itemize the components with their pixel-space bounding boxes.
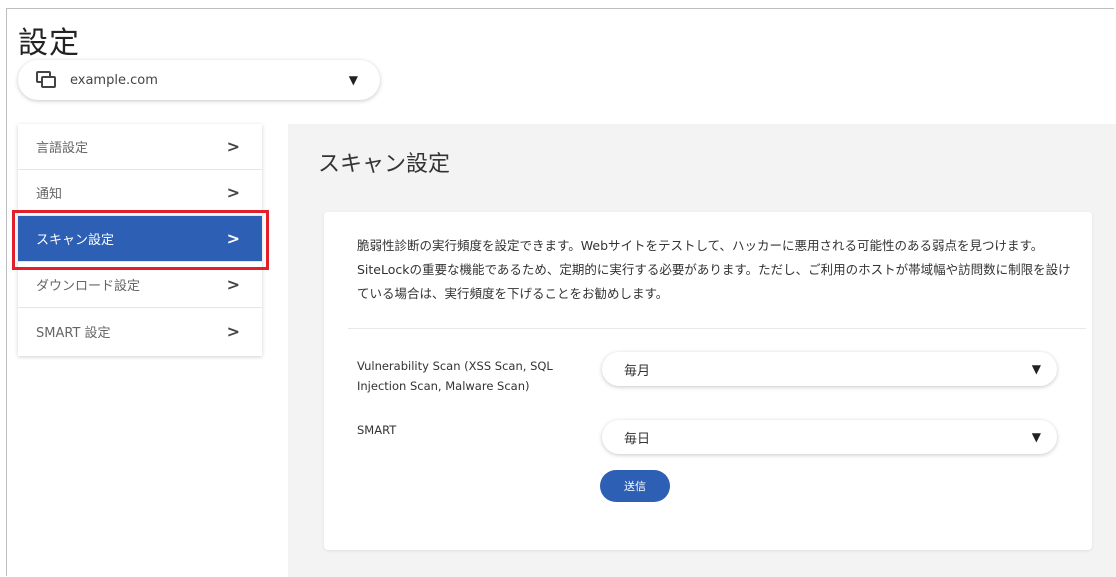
select-value: 毎月 — [624, 363, 651, 379]
description-text: 脆弱性診断の実行頻度を設定できます。Webサイトをテストして、ハッカーに悪用され… — [357, 238, 1071, 301]
sidebar-item-label: ダウンロード設定 — [36, 279, 141, 294]
site-selector-value: example.com — [70, 72, 158, 88]
windows-icon — [36, 71, 56, 89]
chevron-right-icon: > — [226, 229, 240, 248]
settings-sidebar: 言語設定 > 通知 > スキャン設定 > ダウンロード設定 > SMART 設定… — [18, 124, 262, 356]
chevron-right-icon: > — [226, 321, 240, 341]
sidebar-item-notifications[interactable]: 通知 > — [18, 170, 262, 216]
vulnerability-scan-frequency-select[interactable]: 毎月 ▼ — [602, 352, 1057, 386]
sidebar-item-label: スキャン設定 — [36, 233, 115, 248]
sidebar-item-label: SMART 設定 — [36, 325, 111, 341]
select-value: 毎日 — [624, 431, 651, 447]
chevron-right-icon: > — [226, 183, 240, 202]
sidebar-item-language[interactable]: 言語設定 > — [18, 124, 262, 170]
smart-label: SMART — [357, 423, 397, 437]
sidebar-item-label: 通知 — [36, 187, 63, 202]
section-title: スキャン設定 — [318, 152, 451, 177]
site-selector[interactable]: example.com ▼ — [18, 60, 380, 100]
divider — [348, 328, 1086, 329]
sidebar-item-scan-settings[interactable]: スキャン設定 > — [18, 216, 262, 262]
caret-down-icon: ▼ — [348, 73, 358, 87]
caret-down-icon: ▼ — [1031, 362, 1041, 376]
sidebar-item-download-settings[interactable]: ダウンロード設定 > — [18, 262, 262, 308]
submit-button[interactable]: 送信 — [600, 470, 670, 502]
sidebar-item-label: 言語設定 — [36, 141, 89, 156]
caret-down-icon: ▼ — [1031, 430, 1041, 444]
main-panel: スキャン設定 脆弱性診断の実行頻度を設定できます。Webサイトをテストして、ハッ… — [288, 124, 1116, 577]
chevron-right-icon: > — [226, 137, 240, 156]
scan-settings-card: 脆弱性診断の実行頻度を設定できます。Webサイトをテストして、ハッカーに悪用され… — [324, 212, 1092, 550]
sidebar-item-smart-settings[interactable]: SMART 設定 > — [18, 308, 262, 354]
vulnerability-scan-label: Vulnerability Scan (XSS Scan, SQL Inject… — [357, 359, 553, 393]
chevron-right-icon: > — [226, 275, 240, 294]
page-title: 設定 — [18, 26, 80, 61]
smart-frequency-select[interactable]: 毎日 ▼ — [602, 420, 1057, 454]
